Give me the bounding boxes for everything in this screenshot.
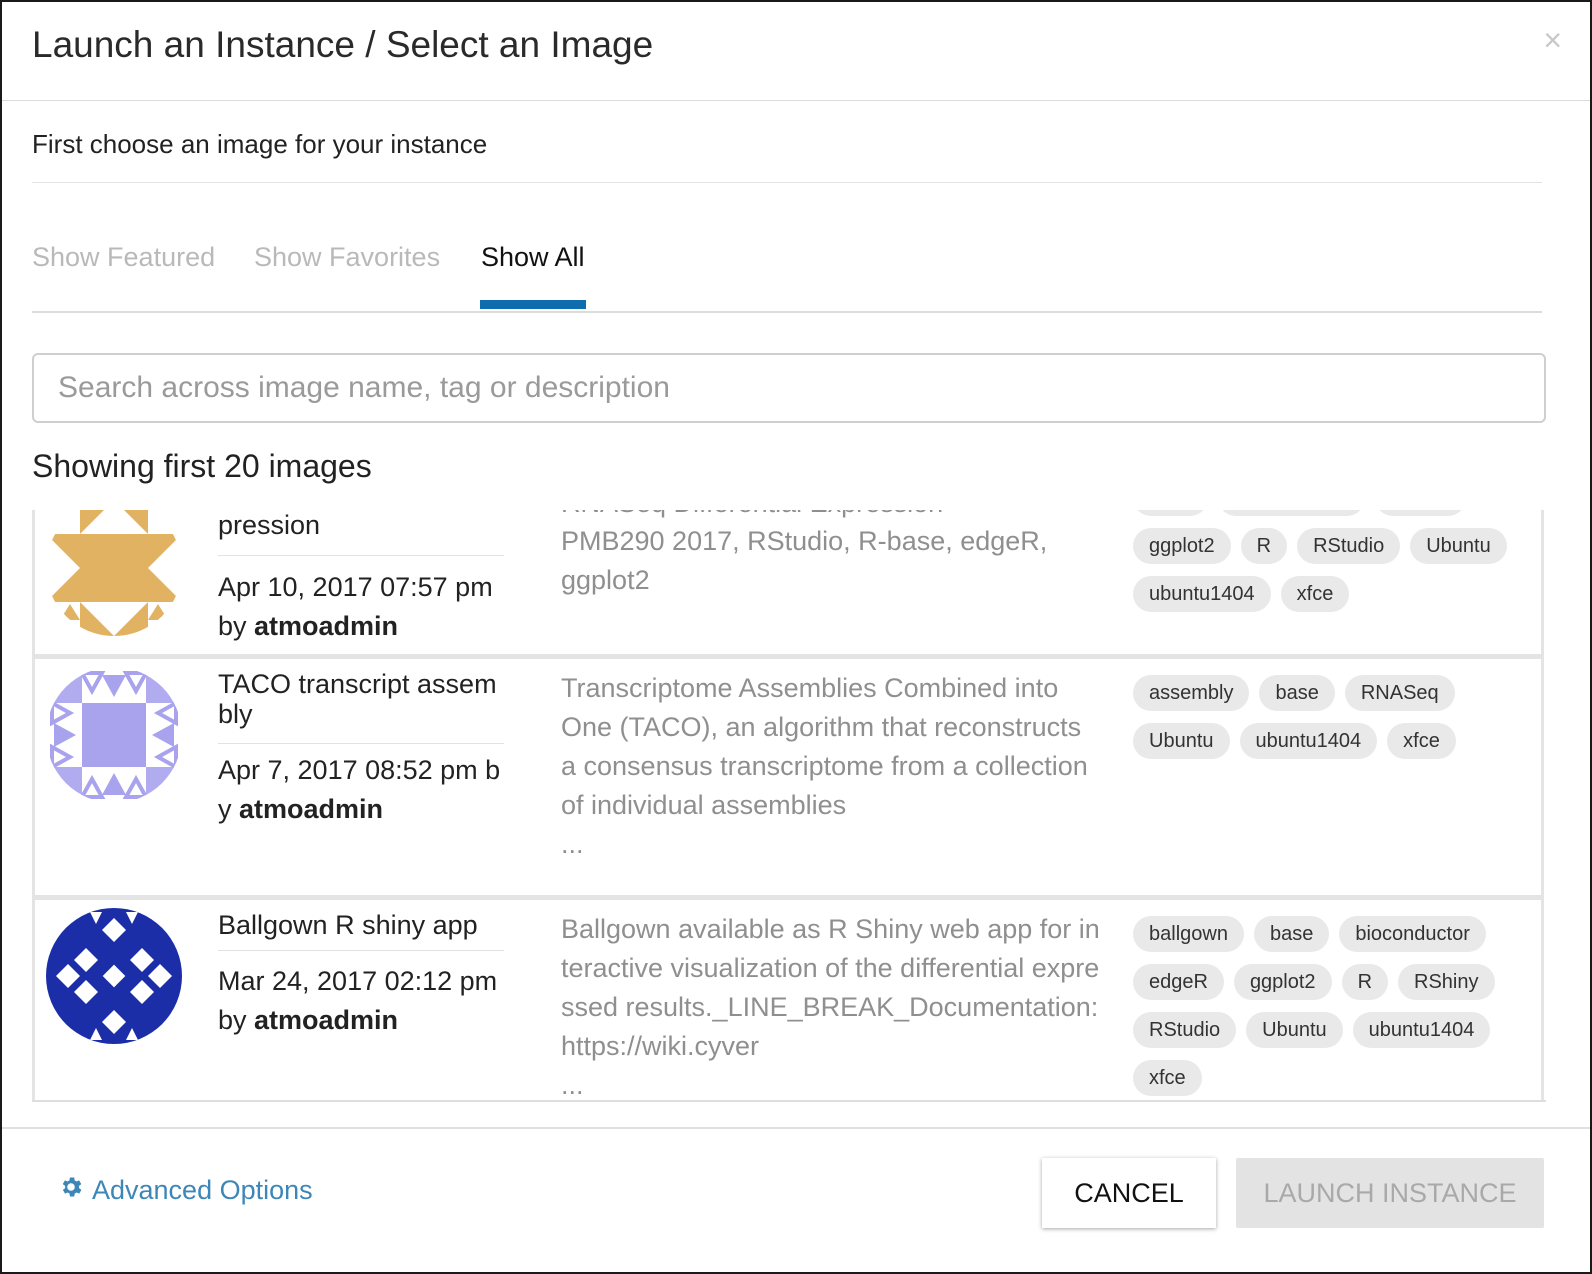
image-card[interactable]: Ballgown R shiny app Mar 24, 2017 02:12 … [32,898,1544,1100]
image-name: pression [218,510,321,540]
image-description: Ballgown available as R Shiny web app fo… [561,910,1101,1100]
image-author: atmoadmin [254,611,399,641]
image-date: Apr 10, 2017 07:57 pm [218,572,493,602]
tag-badge: xfce [1133,1060,1202,1096]
description-text: Ballgown available as R Shiny web app fo… [561,914,1100,1061]
results-count: Showing first 20 images [32,448,372,484]
tag-badge: base [1133,510,1209,516]
description-ellipsis: ... [561,1070,584,1100]
dialog-title: Launch an Instance / Select an Image [32,24,654,65]
tag-badge: R [1240,528,1288,564]
image-date: Mar 24, 2017 02:12 pm [218,966,498,996]
tag-badge: xfce [1387,723,1456,759]
footer-divider [2,1127,1590,1129]
tag-badge: Ubuntu [1246,1012,1343,1048]
description-text: Transcriptome Assemblies Combined into O… [561,673,1088,820]
tab-show-featured[interactable]: Show Featured [32,242,215,273]
launch-instance-button[interactable]: LAUNCH INSTANCE [1236,1158,1544,1228]
tag-badge: base [1253,916,1330,952]
image-description: RNASeq Differential Expression PMB290 20… [561,510,1101,600]
tag-badge: bioconductor [1218,510,1365,516]
image-date: Apr 7, 2017 08:52 pm b [218,755,501,785]
dialog-subtitle: First choose an image for your instance [32,129,488,159]
image-tags: ballgown base bioconductor edgeR ggplot2 R RSh… [1133,916,1533,1096]
image-filter-tabs: Show Featured Show Favorites Show All [32,242,1542,312]
description-text: PMB290 2017, RStudio, R-base, edgeR, ggp… [561,526,1048,595]
image-card[interactable]: pression Apr 10, 2017 07:57 pm by atmoad… [32,510,1544,657]
launch-instance-dialog: Launch an Instance / Select an Image × F… [0,0,1592,1274]
divider [218,743,504,744]
image-meta: Apr 10, 2017 07:57 pm by atmoadmin [218,568,513,646]
image-meta: Apr 7, 2017 08:52 pm b y atmoadmin [218,751,513,829]
tag-badge: ubuntu1404 [1239,723,1378,759]
tag-badge: edgeR [1133,964,1224,1000]
tag-badge: ubuntu1404 [1133,576,1271,612]
dialog-header: Launch an Instance / Select an Image × [2,2,1590,101]
tab-show-favorites[interactable]: Show Favorites [254,242,440,273]
gear-icon [58,1174,84,1207]
description-ellipsis: ... [561,829,584,859]
image-description: Transcriptome Assemblies Combined into O… [561,669,1101,864]
active-tab-indicator [480,300,586,309]
tag-badge: ggplot2 [1233,964,1332,1000]
image-list[interactable]: pression Apr 10, 2017 07:57 pm by atmoad… [32,510,1546,1102]
image-tags: assembly base RNASeq Ubuntu ubuntu1404 xfce [1133,675,1533,759]
by-prefix: by [218,611,255,641]
tag-badge: RShiny [1398,964,1495,1000]
image-tags: base bioconductor edgeR ggplot2RRStudioUbun… [1133,510,1533,612]
divider [218,950,504,951]
close-icon[interactable]: × [1543,24,1562,56]
by-prefix: by [218,1005,255,1035]
image-name: TACO transcript assembly [218,669,497,729]
divider [32,182,1542,183]
image-author: atmoadmin [254,1005,399,1035]
image-author: atmoadmin [239,794,384,824]
tag-badge: bioconductor [1339,916,1486,952]
divider [218,555,504,556]
image-name: Ballgown R shiny app [218,910,478,940]
image-avatar [46,908,182,1044]
cancel-button[interactable]: CANCEL [1042,1158,1216,1228]
tag-badge: ggplot2 [1133,528,1231,564]
search-input[interactable] [32,353,1546,423]
tag-badge: ubuntu1404 [1352,1012,1491,1048]
tag-badge: Ubuntu [1410,528,1507,564]
tab-show-all[interactable]: Show All [481,242,585,273]
advanced-options-link[interactable]: Advanced Options [58,1174,313,1207]
tag-badge: xfce [1280,576,1350,612]
tag-badge: RNASeq [1344,675,1455,711]
tabs-divider [32,311,1542,313]
tag-badge: RStudio [1297,528,1401,564]
tag-badge: edgeR [1374,510,1466,516]
tag-badge: ballgown [1133,916,1244,952]
advanced-options-label: Advanced Options [92,1175,313,1205]
image-avatar [46,667,182,803]
image-avatar [46,510,182,636]
tag-badge: RStudio [1133,1012,1237,1048]
image-meta: Mar 24, 2017 02:12 pm by atmoadmin [218,962,513,1040]
by-prefix: y [218,794,240,824]
description-partial: RNASeq Differential Expression [561,510,1101,522]
tag-badge: base [1259,675,1335,711]
tag-badge: Ubuntu [1133,723,1230,759]
image-card[interactable]: TACO transcript assembly Apr 7, 2017 08:… [32,657,1544,898]
tag-badge: assembly [1133,675,1250,711]
tag-badge: R [1341,964,1389,1000]
